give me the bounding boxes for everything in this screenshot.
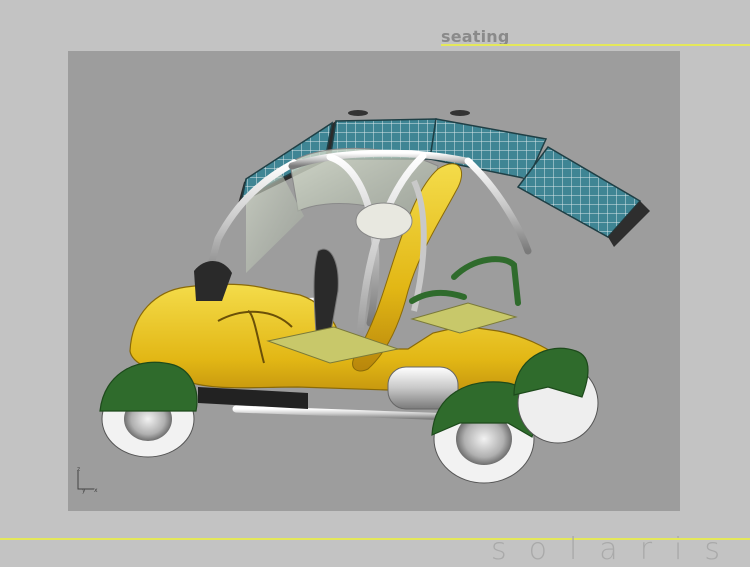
axis-x-label: x [94, 487, 98, 494]
axis-z-label: z [77, 467, 80, 473]
axis-triad: z y x [74, 467, 104, 497]
axis-y-label: y [82, 487, 86, 494]
wheel-front-left [99, 361, 198, 458]
solar-car-render [99, 110, 650, 484]
3d-viewport[interactable]: z y x [68, 51, 680, 511]
title-underline [441, 44, 750, 46]
brand-wordmark: solaris [490, 532, 742, 567]
